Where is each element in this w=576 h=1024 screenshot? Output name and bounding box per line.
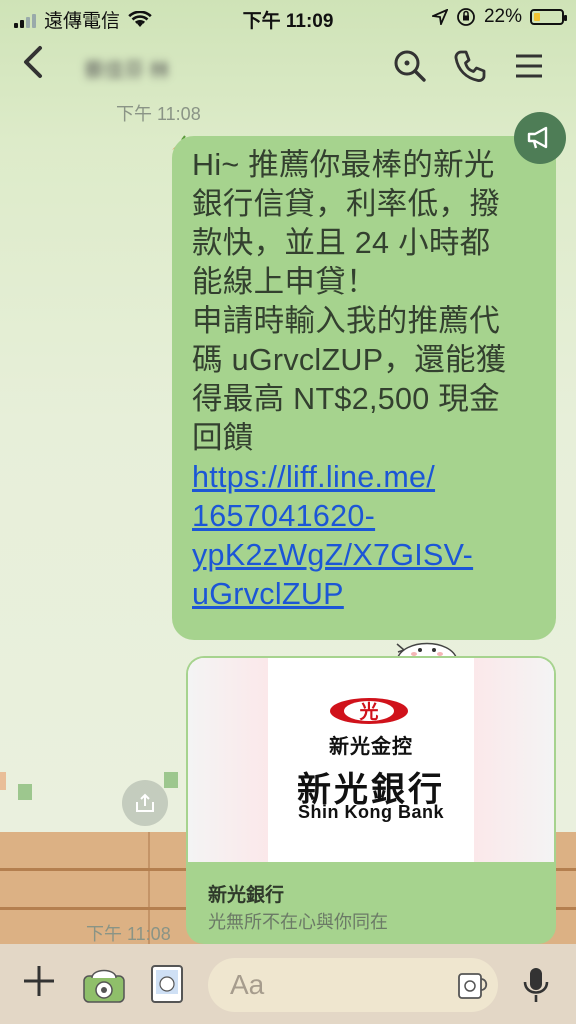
shin-kong-logo-mark: 光 (330, 698, 408, 724)
chat-title[interactable]: 蔡佳芬 林 (84, 54, 170, 83)
message-body: Hi~ 推薦你最棒的新光 銀行信貸，利率低，撥 款快，並且 24 小時都 能線上… (192, 148, 507, 455)
logo-subtitle: 新光金控 (329, 736, 413, 758)
card-image-left-edge (188, 658, 268, 862)
location-arrow-icon (431, 9, 448, 25)
menu-button[interactable] (510, 46, 550, 86)
megaphone-icon (527, 126, 548, 149)
back-button[interactable] (22, 44, 44, 88)
logo-mark-text: 光 (358, 700, 378, 723)
status-right: 22% (431, 6, 567, 28)
deco-square (164, 772, 178, 788)
message-timestamp-2: 下午 11:08 (86, 924, 171, 944)
battery-percent: 22% (483, 6, 522, 27)
share-icon (136, 793, 154, 812)
search-button[interactable] (390, 46, 430, 86)
message-input[interactable]: Aa (208, 958, 498, 1012)
message-timestamp: 下午 11:08 (116, 104, 201, 124)
image-icon[interactable] (150, 964, 184, 1004)
deco-square (0, 772, 6, 790)
card-image: 光 新光金控 新光銀行 Shin Kong Bank (188, 658, 554, 862)
message-input-placeholder: Aa (230, 969, 265, 1000)
hamburger-menu-icon (516, 54, 542, 78)
add-button[interactable] (22, 964, 56, 1004)
bank-logo: 光 新光金控 新光銀行 Shin Kong Bank (268, 658, 474, 862)
plus-icon (24, 966, 54, 996)
phone-icon (454, 50, 486, 82)
message-text: Hi~ 推薦你最棒的新光 銀行信貸，利率低，撥 款快，並且 24 小時都 能線上… (192, 146, 538, 614)
orientation-lock-icon (457, 8, 475, 26)
link-preview-card[interactable]: 光 新光金控 新光銀行 Shin Kong Bank 新光銀行 光無所不在心與你… (186, 656, 556, 944)
status-bar: 遠傳電信 下午 11:09 22% (0, 0, 576, 34)
card-image-right-edge (474, 658, 554, 862)
logo-english: Shin Kong Bank (298, 802, 444, 822)
card-title: 新光銀行 (208, 885, 285, 906)
search-icon (394, 50, 426, 82)
message-bubble[interactable]: Hi~ 推薦你最棒的新光 銀行信貸，利率低，撥 款快，並且 24 小時都 能線上… (172, 136, 556, 640)
message-link[interactable]: https://liff.line.me/ 1657041620- ypK2zW… (192, 460, 473, 611)
sticker-mug-icon[interactable] (456, 968, 490, 1002)
chat-header: 蔡佳芬 林 (0, 34, 576, 100)
chevron-left-icon (24, 46, 42, 78)
announce-button[interactable] (514, 112, 566, 164)
camera-icon[interactable] (82, 966, 126, 1004)
call-button[interactable] (450, 46, 490, 86)
deco-square (18, 784, 32, 800)
battery-icon (530, 9, 567, 25)
battery-fill (534, 13, 540, 21)
card-subtitle: 光無所不在心與你同在 (208, 912, 388, 932)
microphone-icon[interactable] (522, 966, 550, 1004)
share-button[interactable] (122, 780, 168, 826)
